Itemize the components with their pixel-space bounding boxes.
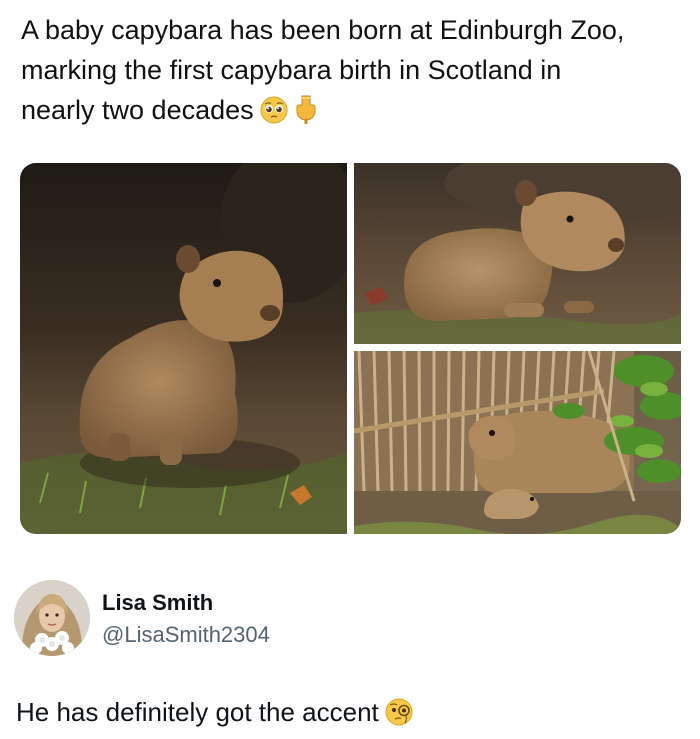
- avatar-image: [14, 580, 90, 656]
- photo-capybara-adult-and-pup-under-straw-shelter[interactable]: [354, 351, 681, 534]
- post-line-3: nearly two decades: [21, 90, 681, 135]
- media-grid[interactable]: [20, 163, 681, 534]
- post-text: A baby capybara has been born at Edinbur…: [21, 10, 681, 135]
- photo-3-image: [354, 351, 681, 534]
- avatar[interactable]: [14, 580, 90, 656]
- reply-text-content: He has definitely got the accent: [16, 697, 379, 727]
- display-name[interactable]: Lisa Smith: [102, 590, 213, 616]
- photo-capybara-pup-lying-on-ground[interactable]: [354, 163, 681, 344]
- post-line-2: marking the first capybara birth in Scot…: [21, 55, 562, 85]
- user-handle[interactable]: @LisaSmith2304: [102, 622, 270, 648]
- photo-1-image: [20, 163, 347, 534]
- post-line-3-text: nearly two decades: [21, 95, 254, 125]
- photo-capybara-pup-on-grass[interactable]: [20, 163, 347, 534]
- backhand-index-pointing-down-icon: [294, 94, 318, 135]
- reply: Lisa Smith @LisaSmith2304: [14, 580, 686, 660]
- pleading-face-icon: [260, 95, 288, 135]
- post-line-1: A baby capybara has been born at Edinbur…: [21, 15, 625, 45]
- face-with-monocle-icon: [385, 698, 413, 733]
- reply-text: He has definitely got the accent: [16, 697, 413, 733]
- photo-2-image: [354, 163, 681, 344]
